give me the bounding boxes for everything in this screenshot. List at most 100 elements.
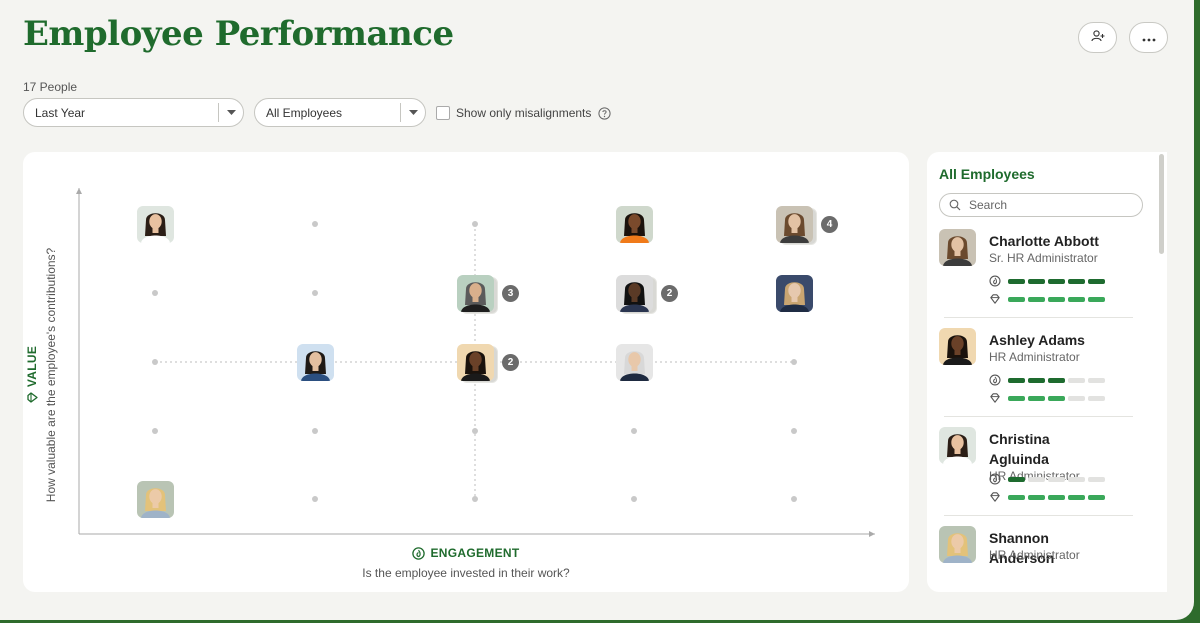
search-input[interactable] xyxy=(967,197,1131,213)
rating-segment xyxy=(1008,296,1025,302)
sidebar-scrollbar[interactable] xyxy=(1159,154,1164,254)
grid-dot xyxy=(312,221,318,227)
count-badge: 3 xyxy=(502,285,519,302)
rating-segment xyxy=(1048,395,1065,401)
grid-dot xyxy=(152,290,158,296)
employee-avatar[interactable] xyxy=(776,275,813,312)
rating-segment xyxy=(1008,494,1025,500)
app-window: Employee Performance 17 People Last Year… xyxy=(0,0,1194,620)
grid-dot xyxy=(472,428,478,434)
page-title: Employee Performance xyxy=(23,14,454,54)
grid-dot xyxy=(312,290,318,296)
employee-role: HR Administrator xyxy=(989,548,1080,562)
grid-dot xyxy=(631,496,637,502)
employee-name: Ashley Adams xyxy=(989,332,1085,348)
employee-sidebar: All Employees Charlotte Abbott Sr. HR Adm… xyxy=(927,152,1167,592)
search-icon xyxy=(949,199,961,211)
employee-avatar[interactable] xyxy=(137,481,174,518)
engagement-rating xyxy=(989,473,1108,485)
chevron-down-icon xyxy=(219,110,243,115)
rating-segment xyxy=(1048,377,1065,383)
y-axis-title: VALUE How valuable are the employee's co… xyxy=(23,248,63,502)
group-select-value: All Employees xyxy=(266,105,343,120)
employee-avatar[interactable] xyxy=(457,344,494,381)
grid-dot xyxy=(152,359,158,365)
period-select[interactable]: Last Year xyxy=(23,98,244,127)
employee-avatar[interactable] xyxy=(297,344,334,381)
grid-dot xyxy=(791,496,797,502)
employee-avatar[interactable] xyxy=(457,275,494,312)
rating-segment xyxy=(1008,395,1025,401)
more-icon xyxy=(1142,29,1156,47)
employee-list-item[interactable]: Shannon Anderson HR Administrator xyxy=(939,526,1135,592)
rating-segment xyxy=(1028,296,1045,302)
employee-photo xyxy=(939,328,976,365)
employee-role: HR Administrator xyxy=(989,350,1080,364)
rating-segment xyxy=(1068,377,1085,383)
rating-segment xyxy=(1008,377,1025,383)
rating-segment xyxy=(1008,278,1025,284)
count-badge: 2 xyxy=(502,354,519,371)
engagement-icon xyxy=(412,546,426,560)
value-icon xyxy=(989,491,1001,503)
rating-segment xyxy=(1088,377,1105,383)
employee-role: Sr. HR Administrator xyxy=(989,251,1098,265)
misalignments-checkbox[interactable] xyxy=(436,106,450,120)
rating-segment xyxy=(1028,395,1045,401)
engagement-icon xyxy=(989,374,1001,386)
group-select[interactable]: All Employees xyxy=(254,98,426,127)
rating-segment xyxy=(1068,296,1085,302)
search-box[interactable] xyxy=(939,193,1143,217)
employee-name: Charlotte Abbott xyxy=(989,233,1099,249)
rating-segment xyxy=(1048,476,1065,482)
rating-segment xyxy=(1028,278,1045,284)
grid-dot xyxy=(312,428,318,434)
list-separator xyxy=(944,515,1133,516)
rating-segment xyxy=(1048,494,1065,500)
employee-list-item[interactable]: Christina Agluinda HR Administrator xyxy=(939,427,1135,523)
grid-dot xyxy=(791,428,797,434)
rating-segment xyxy=(1088,395,1105,401)
more-options-button[interactable] xyxy=(1129,22,1168,53)
rating-segment xyxy=(1048,296,1065,302)
list-separator xyxy=(944,317,1133,318)
performance-matrix: 4 3 2 2 ENGAGEMENT Is the employee invested… xyxy=(23,152,909,592)
engagement-rating xyxy=(989,374,1108,386)
engagement-icon xyxy=(989,275,1001,287)
grid-dot xyxy=(152,428,158,434)
help-icon[interactable] xyxy=(598,106,612,120)
employee-avatar[interactable] xyxy=(616,206,653,243)
employee-photo xyxy=(939,229,976,266)
employee-avatar[interactable] xyxy=(616,344,653,381)
rating-segment xyxy=(1028,476,1045,482)
employee-photo xyxy=(939,427,976,464)
employee-list-item[interactable]: Charlotte Abbott Sr. HR Administrator xyxy=(939,229,1135,325)
rating-segment xyxy=(1068,278,1085,284)
add-person-button[interactable] xyxy=(1078,22,1117,53)
rating-segment xyxy=(1028,494,1045,500)
x-axis-label: ENGAGEMENT xyxy=(430,546,520,560)
employee-avatar[interactable] xyxy=(616,275,653,312)
count-badge: 4 xyxy=(821,216,838,233)
employee-avatar[interactable] xyxy=(776,206,813,243)
grid-dot xyxy=(791,359,797,365)
rating-segment xyxy=(1088,278,1105,284)
engagement-rating xyxy=(989,275,1108,287)
misalignments-label: Show only misalignments xyxy=(456,106,592,120)
value-rating xyxy=(989,293,1108,305)
misalignments-filter: Show only misalignments xyxy=(436,106,612,120)
value-rating xyxy=(989,392,1108,404)
employee-list-item[interactable]: Ashley Adams HR Administrator xyxy=(939,328,1135,424)
rating-segment xyxy=(1088,476,1105,482)
x-axis-title: ENGAGEMENT xyxy=(23,546,909,560)
employee-avatar[interactable] xyxy=(137,206,174,243)
rating-segment xyxy=(1028,377,1045,383)
people-count: 17 People xyxy=(23,80,78,94)
y-axis-question: How valuable are the employee's contribu… xyxy=(44,247,58,503)
employee-photo xyxy=(939,526,976,563)
value-icon xyxy=(989,392,1001,404)
rating-segment xyxy=(1048,278,1065,284)
sidebar-title: All Employees xyxy=(939,166,1035,182)
rating-segment xyxy=(1008,476,1025,482)
count-badge: 2 xyxy=(661,285,678,302)
